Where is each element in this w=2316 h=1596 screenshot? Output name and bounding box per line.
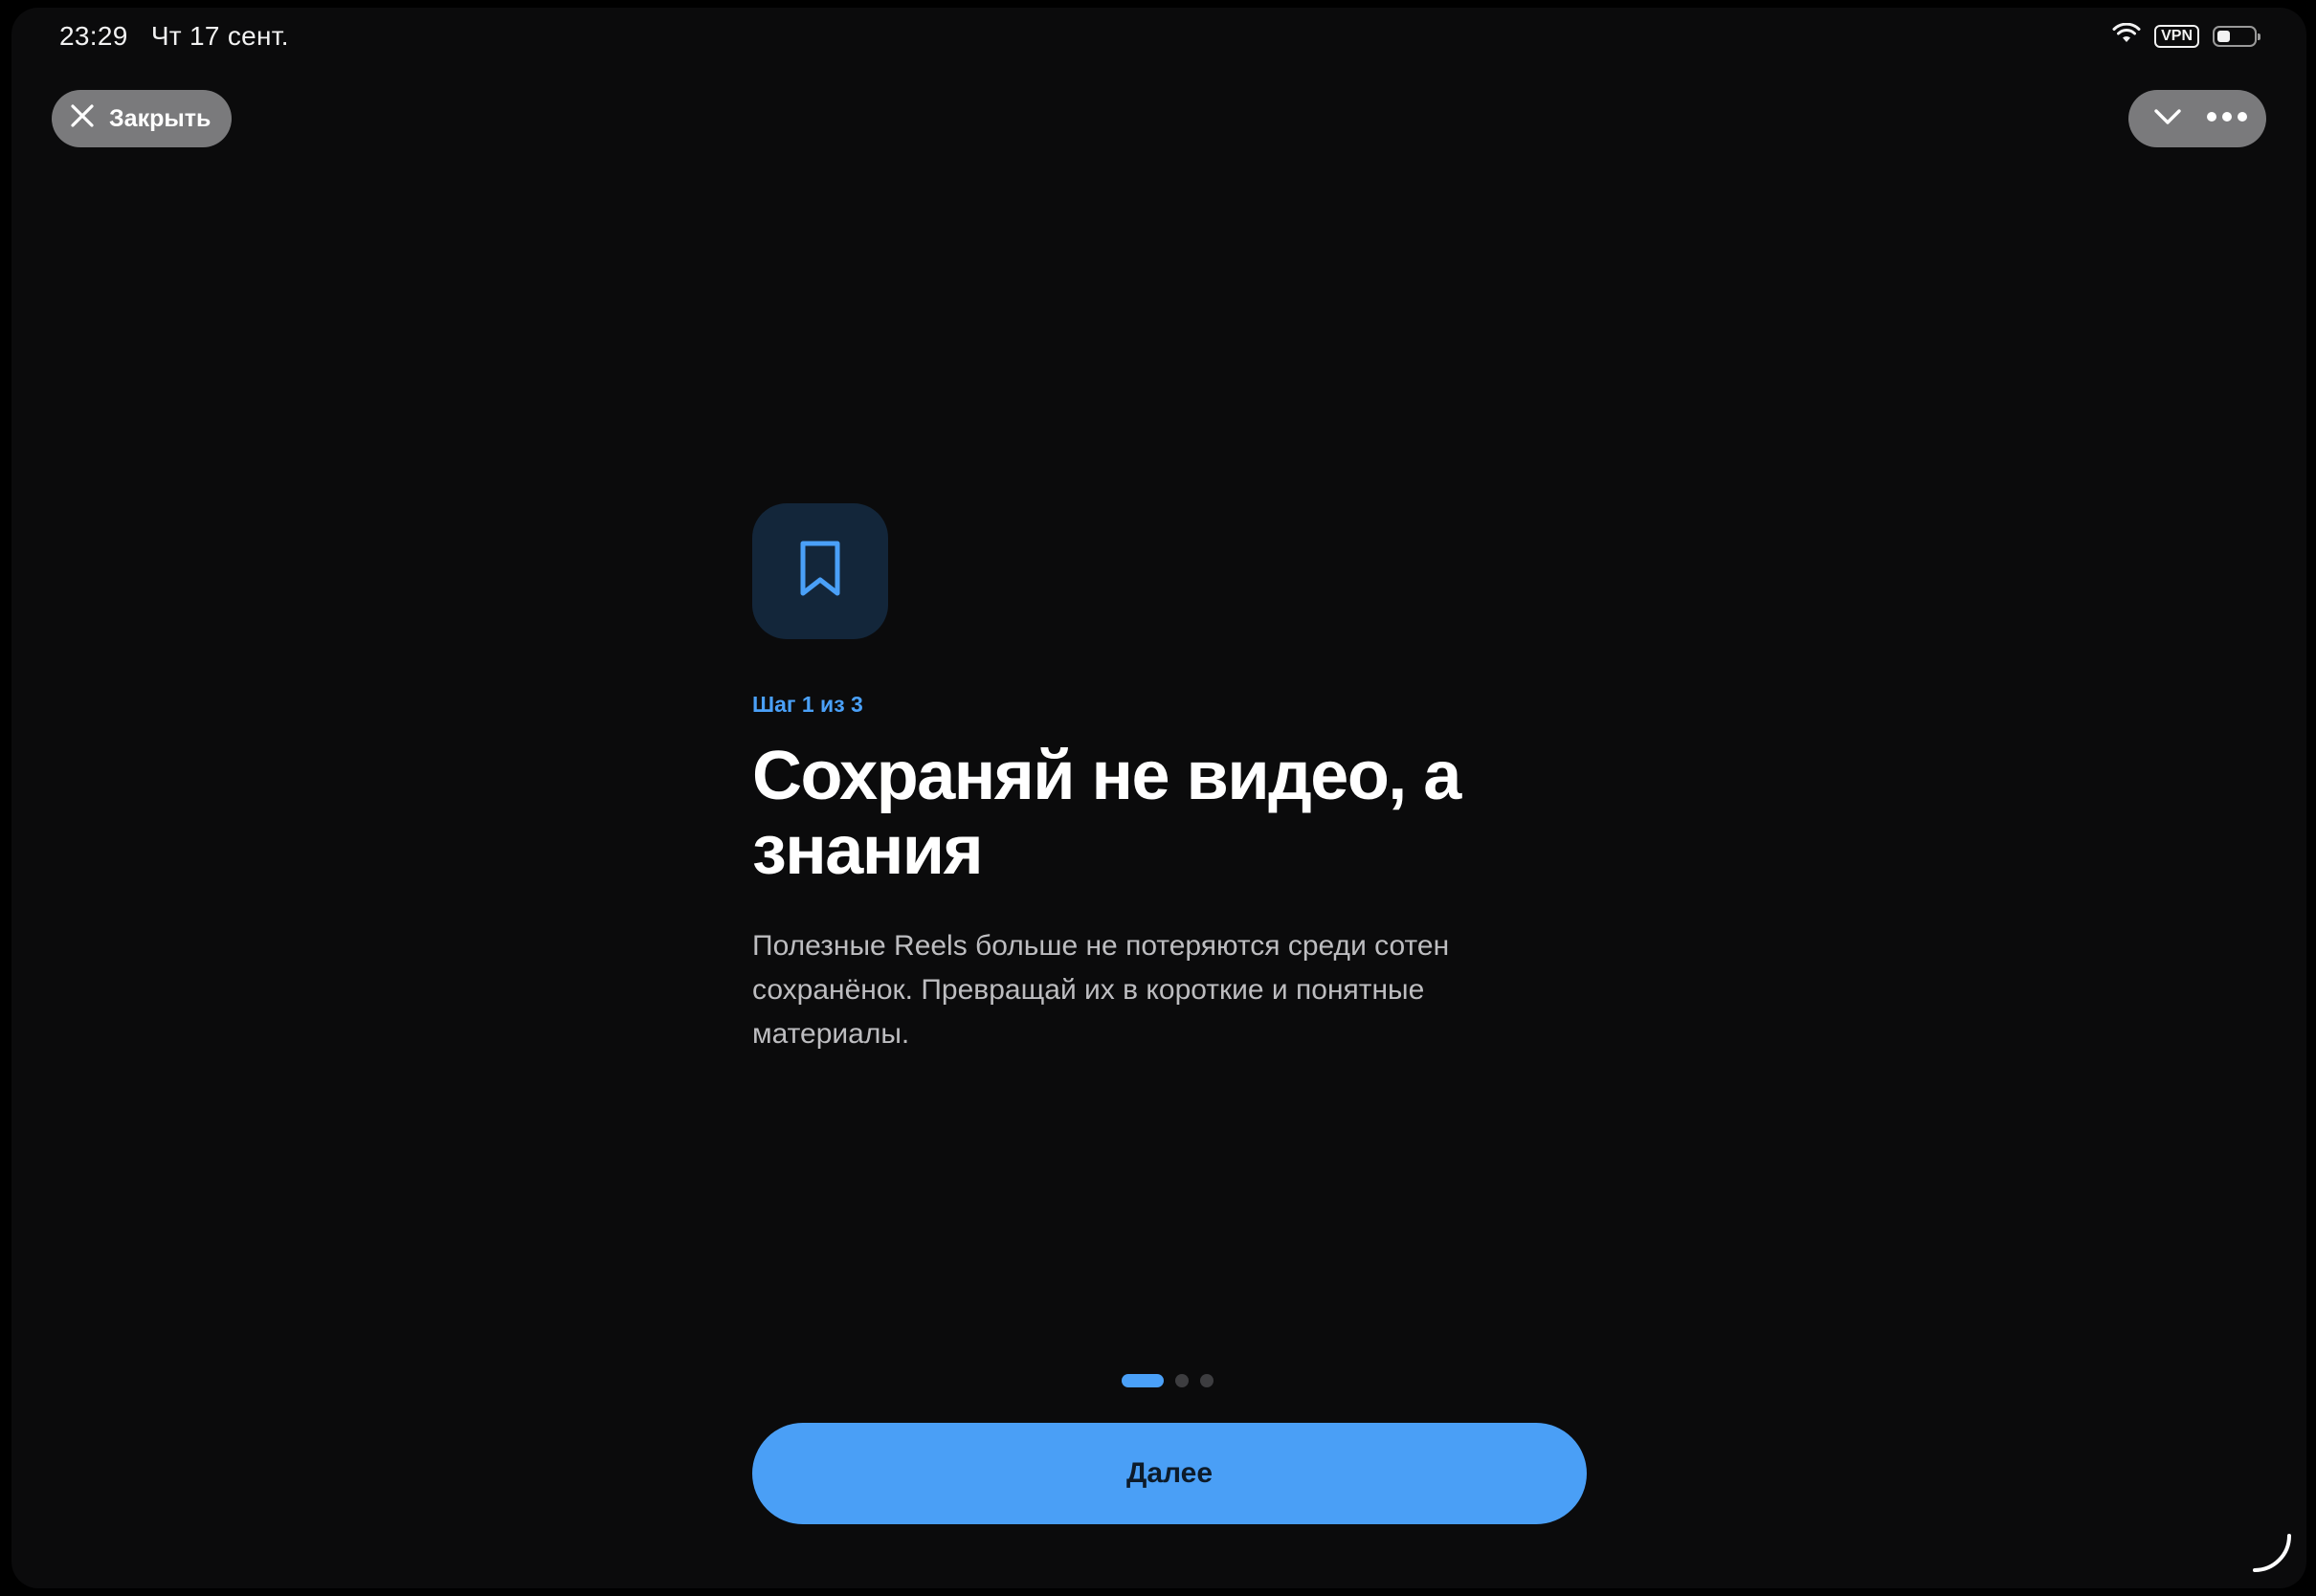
status-indicators: VPN xyxy=(2112,22,2260,49)
step-indicator-label: Шаг 1 из 3 xyxy=(752,692,863,717)
status-time: 23:29 xyxy=(59,21,128,51)
battery-icon xyxy=(2213,25,2260,47)
page-dot xyxy=(1175,1374,1189,1387)
more-button[interactable] xyxy=(2200,92,2254,145)
page-dot xyxy=(1200,1374,1214,1387)
feature-icon-tile xyxy=(752,503,888,639)
battery-tip xyxy=(2258,33,2260,40)
vpn-badge: VPN xyxy=(2154,24,2199,48)
onboarding-description: Полезные Reels больше не потеряются сред… xyxy=(752,930,1450,1050)
more-icon xyxy=(2206,110,2248,127)
chevron-down-icon xyxy=(2152,107,2183,131)
page-dot xyxy=(1122,1374,1164,1387)
close-icon xyxy=(69,102,96,136)
resize-handle-icon[interactable] xyxy=(2247,1528,2295,1581)
bookmark-icon xyxy=(795,540,845,604)
collapse-button[interactable] xyxy=(2141,92,2194,145)
page-indicator xyxy=(1122,1374,1214,1387)
wifi-icon xyxy=(2112,22,2141,49)
status-datetime: 23:29 Чт 17 сент. xyxy=(59,21,289,52)
onboarding-title: Сохраняй не видео, а знания xyxy=(752,738,1461,889)
window-controls xyxy=(2128,90,2266,147)
onboarding-sheet: 23:29 Чт 17 сент. VPN Закрыть Шаг 1 из 3… xyxy=(11,8,2306,1588)
app-frame: 23:29 Чт 17 сент. VPN Закрыть Шаг 1 из 3… xyxy=(0,0,2316,1596)
battery-level xyxy=(2217,30,2230,42)
close-label: Закрыть xyxy=(109,104,212,132)
close-button[interactable]: Закрыть xyxy=(52,90,233,147)
next-button[interactable]: Далее xyxy=(752,1423,1587,1524)
status-date: Чт 17 сент. xyxy=(150,21,289,51)
onboarding-content: Шаг 1 из 3 Сохраняй не видео, а знания П… xyxy=(752,503,1614,1056)
next-button-label: Далее xyxy=(1125,1457,1214,1489)
